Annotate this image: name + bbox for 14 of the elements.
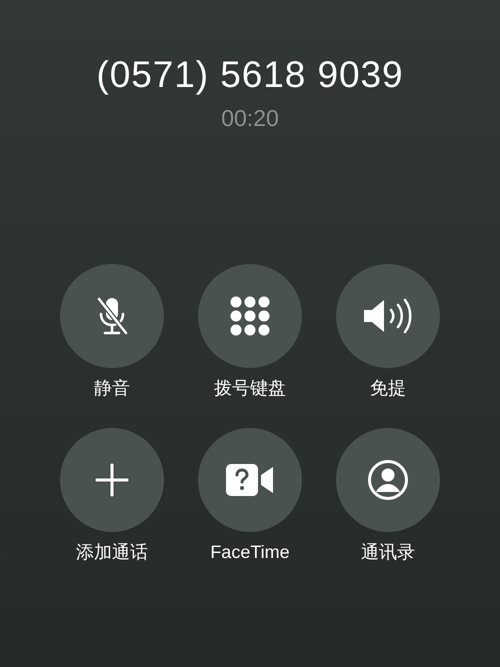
plus-icon [95, 463, 129, 497]
button-label: 添加通话 [76, 541, 148, 564]
muted-microphone-icon [95, 295, 129, 337]
button-label: 静音 [94, 377, 130, 400]
phone-number: (0571) 5618 9039 [96, 53, 404, 97]
button-label: 拨号键盘 [214, 377, 286, 400]
call-duration: 00:20 [221, 104, 279, 132]
person-icon [367, 459, 409, 501]
button-label: 免提 [370, 377, 406, 400]
button-label: FaceTime [210, 541, 290, 564]
speaker-icon [362, 298, 414, 334]
button-label: 通讯录 [361, 541, 415, 564]
video-camera-icon [226, 464, 274, 496]
keypad-icon [230, 296, 270, 336]
